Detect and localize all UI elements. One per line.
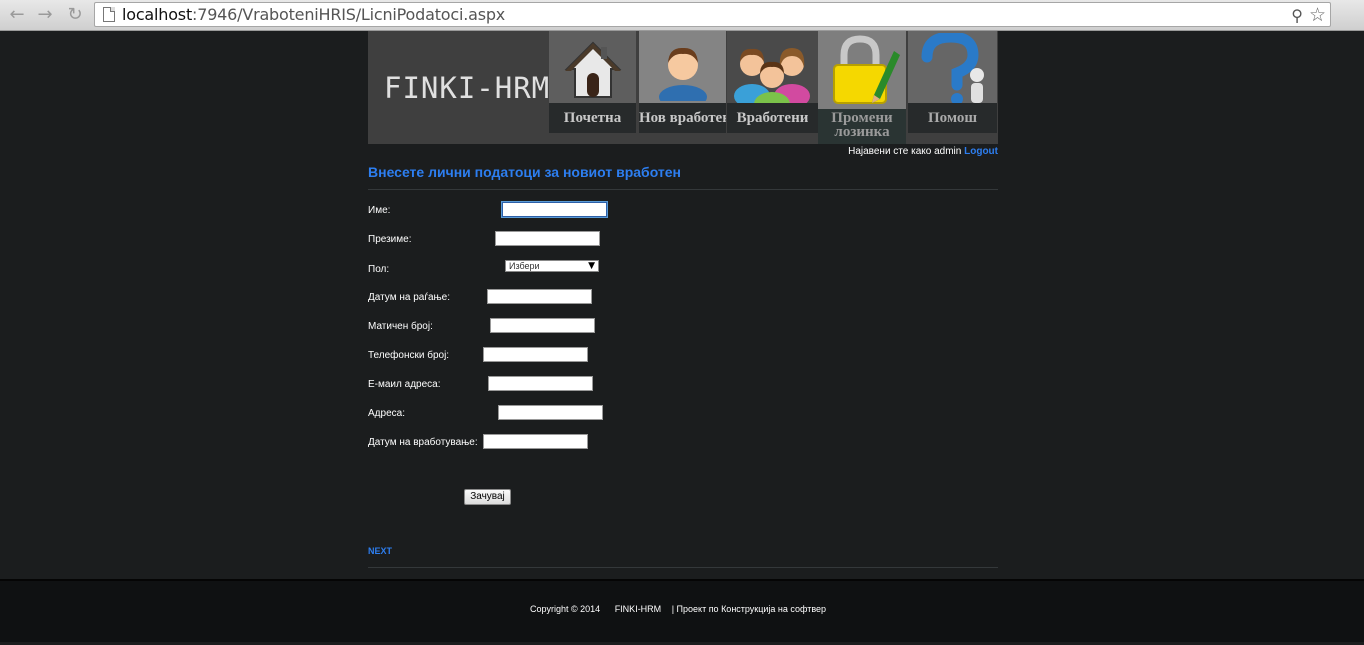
- gender-select[interactable]: Избери ▼: [505, 260, 599, 272]
- footer-text: Copyright © 2014 FINKI-HRM | Проект по К…: [530, 604, 838, 614]
- nav-employees[interactable]: Вработени: [727, 31, 818, 144]
- nav-help[interactable]: Помош: [908, 31, 997, 144]
- forward-arrow-icon[interactable]: →: [34, 4, 56, 26]
- url-text[interactable]: localhost:7946/VraboteniHRIS/LicniPodato…: [122, 5, 505, 24]
- address-label: Адреса:: [368, 408, 405, 419]
- birth-date-input[interactable]: [487, 289, 592, 304]
- page-title: Внесете лични податоци за новиот вработе…: [368, 164, 682, 180]
- email-input[interactable]: [488, 376, 593, 391]
- address-input[interactable]: [498, 405, 603, 420]
- footer-project: | Проект по Конструкција на софтвер: [671, 604, 827, 614]
- next-link[interactable]: NEXT: [368, 546, 392, 556]
- footer-brand: FINKI-HRM: [614, 604, 662, 614]
- last-name-label: Презиме:: [368, 234, 412, 245]
- save-button[interactable]: Зачувај: [464, 489, 511, 505]
- first-name-label: Име:: [368, 205, 391, 216]
- nav-help-label: Помош: [908, 103, 997, 133]
- gender-selected-value: Избери: [509, 261, 540, 271]
- nav-home-label: Почетна: [549, 103, 636, 133]
- id-number-label: Матичен број:: [368, 321, 433, 332]
- question-icon: [908, 31, 997, 109]
- house-icon: [549, 31, 636, 109]
- hire-date-label: Датум на вработување:: [368, 437, 478, 448]
- id-number-input[interactable]: [490, 318, 595, 333]
- dropdown-arrow-icon: ▼: [588, 261, 595, 271]
- login-info: Најавени сте како admin Logout: [848, 146, 998, 157]
- footer-copyright: Copyright © 2014: [530, 604, 601, 614]
- nav-employees-label: Вработени: [727, 103, 818, 133]
- person-icon: [639, 31, 726, 109]
- address-bar[interactable]: localhost:7946/VraboteniHRIS/LicniPodato…: [94, 2, 1331, 27]
- nav-change-password-label: Промени лозинка: [818, 109, 906, 144]
- birth-date-label: Датум на раѓање:: [368, 292, 451, 303]
- first-name-input[interactable]: [501, 201, 608, 218]
- email-label: Е-маил адреса:: [368, 379, 441, 390]
- site-header: FINKI-HRM Почетна Нов вработен Вработени…: [368, 31, 998, 144]
- nav-new-employee[interactable]: Нов вработен: [639, 31, 726, 144]
- hire-date-input[interactable]: [483, 434, 588, 449]
- login-status-text: Најавени сте како admin: [848, 146, 962, 157]
- nav-home[interactable]: Почетна: [549, 31, 636, 144]
- logout-link[interactable]: Logout: [964, 146, 998, 157]
- phone-input[interactable]: [483, 347, 588, 362]
- browser-toolbar: ← → ↻ localhost:7946/VraboteniHRIS/Licni…: [0, 0, 1364, 31]
- phone-label: Телефонски број:: [368, 350, 450, 361]
- gender-label: Пол:: [368, 264, 390, 275]
- nav-change-password[interactable]: Промени лозинка: [818, 31, 906, 144]
- page-icon: [103, 7, 115, 22]
- site-logo: FINKI-HRM: [384, 71, 551, 105]
- divider: [368, 567, 998, 568]
- site-footer: Copyright © 2014 FINKI-HRM | Проект по К…: [0, 579, 1364, 642]
- zoom-icon[interactable]: ⚲: [1291, 6, 1303, 25]
- reload-icon[interactable]: ↻: [64, 4, 86, 26]
- lock-pencil-icon: [818, 31, 906, 109]
- bookmark-star-icon[interactable]: ☆: [1309, 4, 1326, 26]
- people-icon: [727, 31, 818, 109]
- nav-new-employee-label: Нов вработен: [639, 103, 726, 133]
- last-name-input[interactable]: [495, 231, 600, 246]
- back-arrow-icon[interactable]: ←: [6, 4, 28, 26]
- divider: [368, 189, 998, 190]
